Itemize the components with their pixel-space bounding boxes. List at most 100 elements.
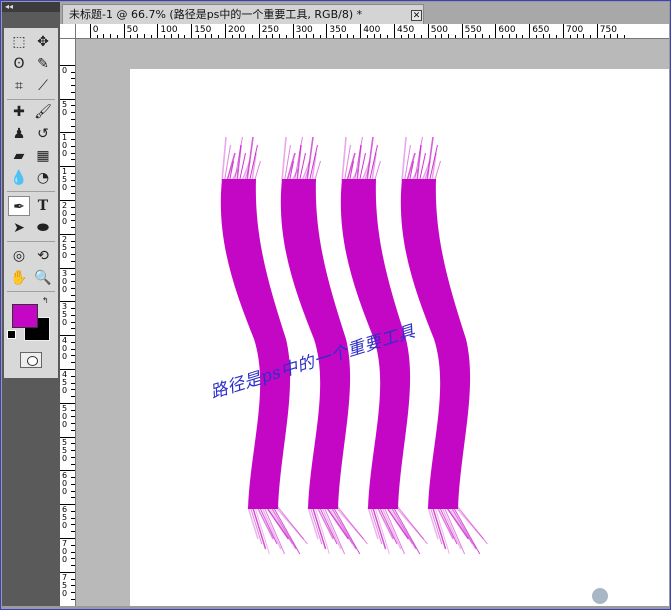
ruler-minor-tick <box>177 34 179 38</box>
ruler-minor-tick <box>407 34 409 38</box>
3d-rotate-tool-icon[interactable]: ◎ <box>8 246 30 266</box>
document-tab[interactable]: 未标题-1 @ 66.7% (路径是ps中的一个重要工具, RGB/8) * ✕ <box>62 4 424 24</box>
toolbox-divider <box>7 191 55 192</box>
move-tool-icon[interactable]: ✥ <box>32 32 54 52</box>
ruler-minor-tick <box>71 544 75 546</box>
ruler-origin-corner[interactable] <box>60 24 76 39</box>
ruler-minor-tick <box>71 186 75 188</box>
ruler-label: 150 <box>61 167 68 193</box>
ruler-minor-tick <box>71 294 75 296</box>
ruler-minor-tick <box>71 423 75 425</box>
document-tab-bar: 未标题-1 @ 66.7% (路径是ps中的一个重要工具, RGB/8) * ✕ <box>60 2 669 24</box>
ruler-minor-tick <box>71 247 75 249</box>
marquee-tool-icon[interactable]: ⬚ <box>8 32 30 52</box>
ruler-minor-tick <box>71 463 75 465</box>
ruler-minor-tick <box>71 321 75 323</box>
ruler-label: 550 <box>464 25 482 35</box>
crop-tool-icon[interactable]: ⌗ <box>8 76 30 96</box>
quick-mask-button[interactable] <box>20 352 42 368</box>
type-tool-icon[interactable]: T <box>32 196 54 216</box>
gradient-tool-icon[interactable]: ▦ <box>32 146 54 166</box>
ruler-label: 600 <box>498 25 516 35</box>
hand-tool-icon[interactable]: ✋ <box>8 268 30 288</box>
ruler-minor-tick <box>299 35 301 38</box>
ruler-label: 300 <box>295 25 313 35</box>
ruler-minor-tick <box>454 35 456 38</box>
ruler-minor-tick <box>71 274 75 276</box>
ruler-major-tick <box>292 24 294 38</box>
path-selection-tool-icon[interactable]: ➤ <box>8 218 30 238</box>
lasso-tool-icon[interactable]: ʘ <box>8 54 30 74</box>
ruler-minor-tick <box>71 240 75 242</box>
clone-stamp-tool-icon[interactable]: ♟ <box>8 124 30 144</box>
eyedropper-tool-icon[interactable]: ⟋ <box>32 76 54 96</box>
brush-tool-icon[interactable]: 🖌 <box>32 102 54 122</box>
ruler-minor-tick <box>434 35 436 38</box>
ruler-minor-tick <box>71 477 75 479</box>
vertical-ruler[interactable]: 0 50 100 150 200 250 300 350 400 450 500 550 600 650 7… <box>60 39 76 606</box>
ruler-label: 100 <box>61 133 68 159</box>
ruler-minor-tick <box>71 91 75 93</box>
watermark: 系统之家 <box>591 585 663 604</box>
ruler-major-tick <box>495 24 497 38</box>
ruler-minor-tick <box>441 34 443 38</box>
ruler-minor-tick <box>333 35 335 38</box>
ruler-minor-tick <box>252 35 254 38</box>
ruler-label: 250 <box>261 25 279 35</box>
close-tab-icon[interactable]: ✕ <box>411 10 422 21</box>
horizontal-ruler[interactable]: 0 50 100 150 200 250 300 350 400 450 500 550 600 650 7… <box>76 24 669 39</box>
ruler-minor-tick <box>71 598 75 600</box>
quick-selection-tool-icon[interactable]: ✎ <box>32 54 54 74</box>
ruler-minor-tick <box>143 34 145 38</box>
foreground-color-swatch[interactable] <box>12 304 38 328</box>
ruler-minor-tick <box>71 206 75 208</box>
ruler-label: 700 <box>61 539 68 564</box>
ruler-minor-tick <box>71 159 75 161</box>
ruler-minor-tick <box>603 35 605 38</box>
toolbox: ◂◂ ⬚ ✥ ʘ ✎ ⌗ ⟋ ✚ 🖌 ♟ ↺ ▰ ▦ 💧 ◔ ✒ T ➤ ⬬ ◎… <box>2 2 60 606</box>
ruler-minor-tick <box>373 34 375 38</box>
pen-tool-icon[interactable]: ✒ <box>8 196 30 216</box>
healing-brush-tool-icon[interactable]: ✚ <box>8 102 30 122</box>
toolbox-divider <box>7 99 55 100</box>
ruler-minor-tick <box>116 35 118 38</box>
ruler-label: 0 <box>92 25 99 35</box>
toolbox-collapse-button[interactable]: ◂◂ <box>2 2 60 12</box>
dodge-tool-icon[interactable]: ◔ <box>32 168 54 188</box>
ellipse-tool-icon[interactable]: ⬬ <box>32 218 54 238</box>
ruler-label: 50 <box>61 99 68 117</box>
ruler-minor-tick <box>71 341 75 343</box>
ruler-minor-tick <box>71 78 75 80</box>
ruler-minor-tick <box>71 396 75 398</box>
ruler-minor-tick <box>71 213 75 215</box>
brush-stroke <box>400 136 488 555</box>
ruler-minor-tick <box>515 34 517 38</box>
ruler-minor-tick <box>71 510 75 512</box>
ruler-minor-tick <box>231 35 233 38</box>
zoom-tool-icon[interactable]: 🔍 <box>32 268 54 288</box>
ruler-minor-tick <box>71 125 75 127</box>
watermark-logo-icon <box>591 588 608 604</box>
ruler-minor-tick <box>71 105 75 107</box>
ruler-minor-tick <box>71 287 75 289</box>
ruler-major-tick <box>394 24 395 38</box>
canvas-work-area[interactable] <box>76 39 669 606</box>
history-brush-tool-icon[interactable]: ↺ <box>32 124 54 144</box>
ruler-minor-tick <box>71 118 75 120</box>
default-colors-icon[interactable] <box>7 330 16 339</box>
ruler-minor-tick <box>71 565 75 567</box>
ruler-minor-tick <box>71 220 75 222</box>
ruler-minor-tick <box>170 34 172 38</box>
ruler-minor-tick <box>71 558 75 560</box>
ruler-minor-tick <box>475 34 477 38</box>
ruler-minor-tick <box>71 409 75 411</box>
ruler-minor-tick <box>211 34 213 38</box>
blur-tool-icon[interactable]: 💧 <box>8 168 30 188</box>
ruler-minor-tick <box>71 145 75 147</box>
ruler-minor-tick <box>279 34 281 38</box>
ruler-minor-tick <box>590 35 592 38</box>
3d-orbit-tool-icon[interactable]: ⟲ <box>32 246 54 266</box>
ruler-minor-tick <box>130 35 132 38</box>
swap-colors-icon[interactable]: ↰ <box>42 296 49 305</box>
eraser-tool-icon[interactable]: ▰ <box>8 146 30 166</box>
